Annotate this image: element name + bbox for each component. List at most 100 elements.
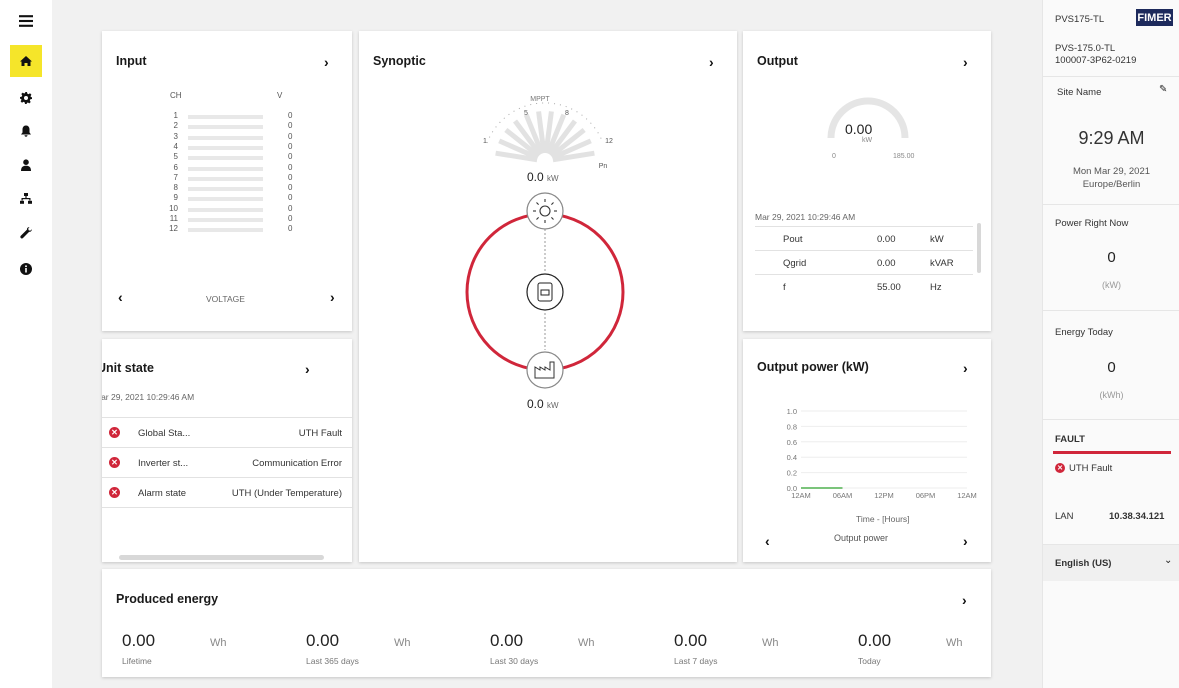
channel-number: 4 (173, 141, 178, 151)
output-expand-icon[interactable]: › (963, 54, 968, 70)
x-tick-label: 12AM (957, 491, 977, 500)
unit-state-row[interactable]: ✕ Global Sta... UTH Fault (102, 417, 352, 447)
channel-voltage-value: 0 (288, 152, 293, 162)
channel-voltage-value: 0 (288, 131, 293, 141)
fault-bar (1053, 451, 1171, 454)
inverter-node[interactable] (526, 273, 564, 311)
error-icon: ✕ (109, 457, 120, 468)
energy-today-label: Energy Today (1055, 327, 1113, 338)
channel-number: 10 (169, 203, 178, 213)
nav-user-button[interactable] (10, 149, 42, 181)
channel-voltage-value: 0 (288, 224, 293, 234)
mppt-label: MPPT (530, 96, 550, 103)
y-tick-label: 0.8 (787, 422, 797, 431)
unit-state-row[interactable]: ✕ Inverter st... Communication Error (102, 447, 352, 477)
output-param-value: 0.00 (877, 234, 896, 245)
energy-value: 0.00 (674, 631, 708, 650)
pv-power-unit: kW (547, 174, 559, 183)
fault-title: FAULT (1055, 434, 1085, 445)
error-icon: ✕ (109, 487, 120, 498)
nav-settings-button[interactable] (10, 82, 42, 114)
input-expand-icon[interactable]: › (324, 54, 329, 70)
channel-voltage-value: 0 (288, 193, 293, 203)
sun-node[interactable] (526, 192, 564, 230)
divider (1043, 419, 1179, 420)
energy-period-label: Last 7 days (674, 656, 718, 666)
unit-state-name: Global Sta... (138, 428, 191, 439)
output-timestamp: Mar 29, 2021 10:29:46 AM (755, 212, 856, 222)
left-nav (0, 0, 52, 688)
produced-energy-expand-icon[interactable]: › (962, 592, 967, 608)
language-select[interactable]: English (US) ⌄ (1043, 545, 1179, 581)
output-table-row: f 55.00 Hz (755, 274, 973, 298)
nav-tools-button[interactable] (10, 217, 42, 249)
mppt-label-pn: Pn (599, 163, 608, 170)
channel-number: 3 (173, 131, 178, 141)
grid-power-readout: 0.0 kW (527, 397, 559, 411)
output-table-scrollbar[interactable] (977, 223, 981, 273)
error-icon: ✕ (109, 427, 120, 438)
horizontal-scrollbar[interactable] (119, 555, 324, 560)
unit-state-value: UTH (Under Temperature) (231, 488, 342, 499)
right-panel: PVS175-TL FIMER PVS-175.0-TL 100007-3P62… (1042, 0, 1179, 688)
output-param-label: Pout (783, 234, 803, 245)
nav-home-button[interactable] (10, 45, 42, 77)
device-name: PVS175-TL (1055, 14, 1105, 25)
output-param-label: Qgrid (783, 258, 807, 269)
output-card: Output › 0.00 kW 0 185.00 Mar 29, 2021 1… (743, 31, 991, 331)
output-power-prev-icon[interactable]: ‹ (765, 533, 770, 549)
output-table-row: Qgrid 0.00 kVAR (755, 250, 973, 274)
site-name-label: Site Name (1057, 87, 1102, 98)
channel-number: 1 (173, 111, 178, 120)
channel-number: 5 (173, 152, 178, 162)
nav-info-button[interactable] (10, 253, 42, 285)
energy-period-label: Last 365 days (306, 656, 359, 666)
produced-energy-title: Produced energy (116, 592, 219, 606)
channel-voltage-value: 0 (288, 162, 293, 172)
unit-state-row[interactable]: ✕ Alarm state UTH (Under Temperature) (102, 477, 352, 507)
channel-number: 6 (173, 162, 178, 172)
output-power-next-icon[interactable]: › (963, 533, 968, 549)
clock-timezone: Europe/Berlin (1082, 179, 1141, 190)
output-power-card: Output power (kW) › 1.0 0.8 0.6 0.4 0.2 0.0 12… (743, 339, 991, 562)
channel-number: 7 (173, 172, 178, 182)
language-value: English (US) (1055, 558, 1112, 569)
output-power-x-label: Time - [Hours] (856, 514, 910, 524)
nav-network-button[interactable] (10, 183, 42, 215)
energy-unit: Wh (762, 637, 779, 649)
synoptic-card: Synoptic › MPPT 5 8 1 12 Pn 0.0 kW 0.0 k… (359, 31, 737, 562)
nav-alerts-button[interactable] (10, 115, 42, 147)
input-prev-icon[interactable]: ‹ (118, 289, 123, 305)
output-gauge-unit: kW (862, 137, 873, 144)
y-tick-label: 0.6 (787, 438, 797, 447)
unit-state-card: Unit state › Mar 29, 2021 10:29:46 AM ✕ G… (102, 339, 352, 562)
device-serial: 100007-3P62-0219 (1055, 55, 1137, 66)
grid-power-value: 0.0 (527, 397, 544, 411)
input-next-icon[interactable]: › (330, 289, 335, 305)
power-now-label: Power Right Now (1055, 218, 1129, 229)
channel-voltage-bar (188, 197, 263, 202)
x-tick-label: 12PM (874, 491, 894, 500)
channel-voltage-value: 0 (288, 141, 293, 151)
input-footer-label: VOLTAGE (206, 294, 245, 304)
channel-number: 9 (173, 193, 178, 203)
y-tick-label: 1.0 (787, 407, 797, 416)
input-col-v: V (277, 91, 283, 100)
unit-state-name: Inverter st... (138, 458, 189, 469)
channel-voltage-bar (188, 166, 263, 171)
energy-unit: Wh (394, 637, 411, 649)
unit-state-expand-icon[interactable]: › (305, 361, 310, 377)
output-param-unit: Hz (930, 282, 942, 293)
grid-power-unit: kW (547, 401, 559, 410)
output-power-footer-label: Output power (834, 533, 889, 543)
fault-item: UTH Fault (1069, 463, 1113, 474)
channel-voltage-bar (188, 156, 263, 161)
edit-site-name-icon[interactable]: ✎ (1159, 84, 1167, 95)
channel-voltage-value: 0 (288, 183, 293, 193)
lan-ip: 10.38.34.121 (1109, 511, 1165, 522)
hamburger-menu-icon (19, 15, 33, 27)
clock-time: 9:29 AM (1078, 128, 1145, 148)
x-tick-label: 12AM (791, 491, 811, 500)
channel-voltage-bar (188, 115, 263, 119)
menu-button[interactable] (10, 5, 42, 37)
